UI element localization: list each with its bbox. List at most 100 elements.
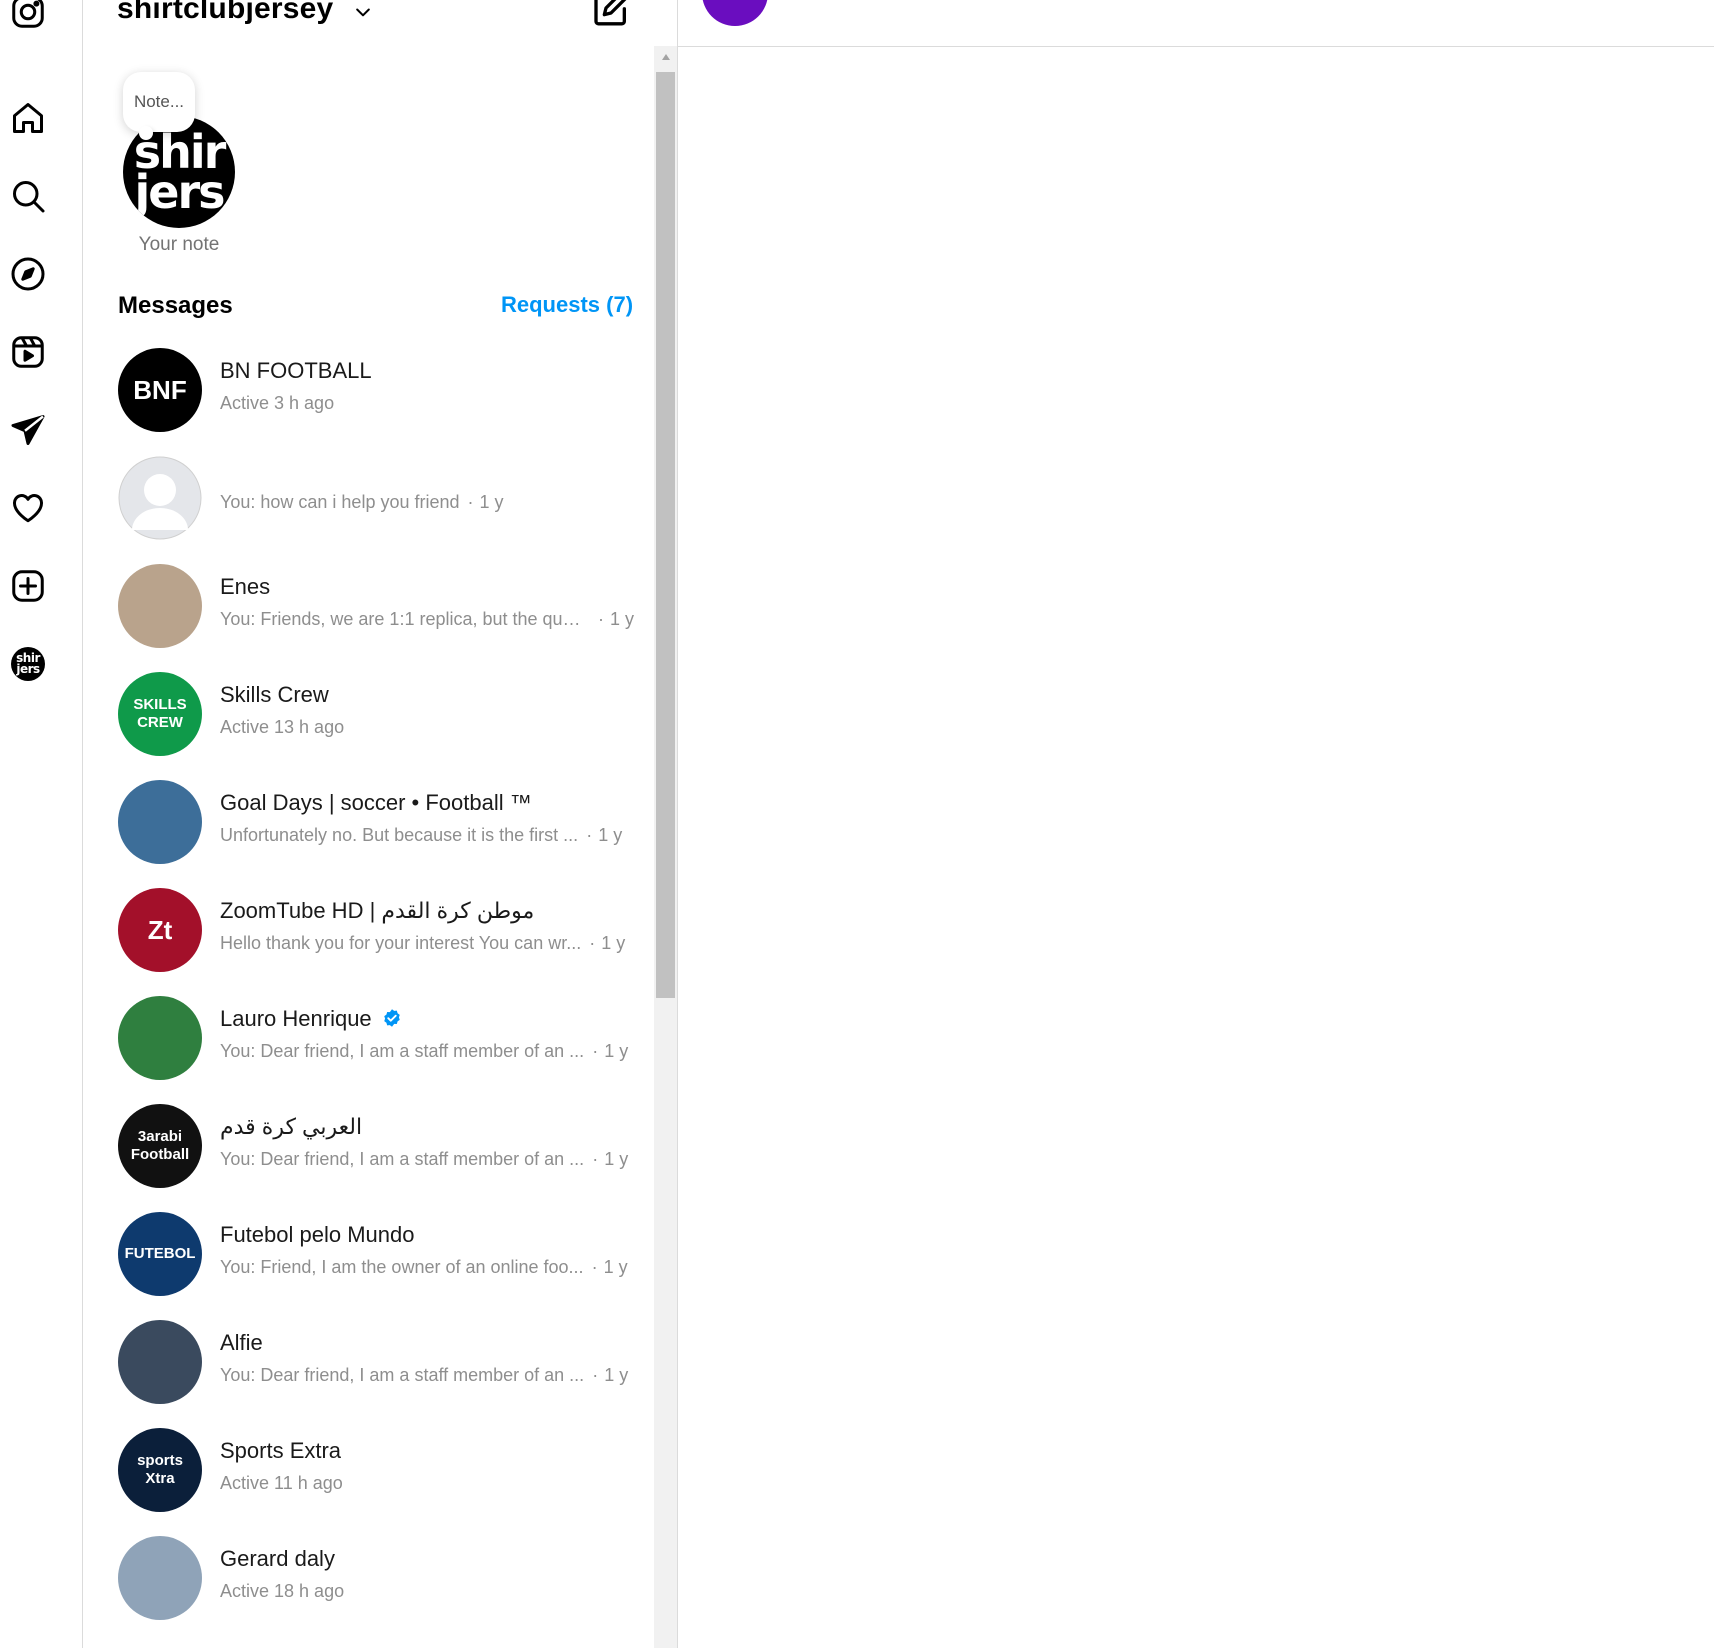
conversation-name-text: Futebol pelo Mundo [220, 1222, 415, 1247]
conversation-name: Sports Extra [220, 1438, 341, 1464]
thread-header [678, 0, 1714, 47]
conversation-preview: You: Dear friend, I am a staff member of… [220, 1149, 585, 1169]
conversation-preview: Active 13 h ago [220, 717, 345, 737]
account-username: shirtclubjersey [117, 0, 334, 25]
conversation-preview: Active 11 h ago [220, 1473, 343, 1493]
conversation-avatar [118, 564, 202, 648]
separator-dot: · [592, 1041, 599, 1061]
conversation-subtitle: You: Friends, we are 1:1 replica, but th… [220, 609, 660, 630]
conversation-subtitle: You: Dear friend, I am a staff member of… [220, 1365, 660, 1386]
home-icon[interactable] [8, 98, 48, 138]
chevron-down-icon [356, 8, 371, 17]
conversation-name: Lauro Henrique [220, 1006, 402, 1032]
conversation-preview: Active 3 h ago [220, 393, 335, 413]
conversation-preview: Hello thank you for your interest You ca… [220, 933, 582, 953]
conversation-time: 1 y [601, 933, 626, 953]
notifications-icon[interactable] [8, 488, 48, 528]
conversation-preview: Unfortunately no. But because it is the … [220, 825, 579, 845]
conversation-subtitle: You: how can i help you friend · 1 y [220, 492, 660, 513]
conversation-row[interactable]: Enes You: Friends, we are 1:1 replica, bu… [83, 560, 653, 668]
conversation-avatar: SKILLS CREW [118, 672, 202, 756]
conversation-row[interactable]: 3arabi Football العربي كرة قدم You: Dear f… [83, 1100, 653, 1208]
scroll-thumb[interactable] [656, 72, 675, 998]
conversation-time: 1 y [604, 1149, 629, 1169]
conversation-row[interactable]: BNF BN FOOTBALL Active 3 h ago [83, 344, 653, 452]
conversation-name-text: Sports Extra [220, 1438, 342, 1463]
conversation-subtitle: Active 13 h ago [220, 717, 660, 738]
instagram-logo-icon[interactable] [8, 0, 48, 32]
reels-icon[interactable] [8, 332, 48, 372]
conversation-avatar-text: BNF [133, 375, 187, 405]
conversation-preview: You: Friend, I am the owner of an online… [220, 1257, 584, 1277]
conversation-row[interactable]: Lauro Henrique You: Dear friend, I am a s… [83, 992, 653, 1100]
conversation-time: 1 y [603, 1257, 628, 1277]
conversation-avatar: BNF [118, 348, 202, 432]
conversation-preview: You: Dear friend, I am a staff member of… [220, 1365, 585, 1385]
separator-dot: · [592, 1365, 599, 1385]
separator-dot: · [589, 933, 596, 953]
conversation-avatar [118, 456, 202, 540]
thread-avatar[interactable] [702, 0, 768, 26]
conversation-name-text: BN FOOTBALL [220, 358, 372, 383]
conversation-avatar: FUTEBOL [118, 1212, 202, 1296]
conversation-avatar-text: Zt [147, 915, 173, 945]
compose-message-icon[interactable] [591, 0, 631, 28]
conversation-name: BN FOOTBALL [220, 358, 372, 384]
separator-dot: · [598, 609, 604, 629]
requests-link[interactable]: Requests (7) [501, 292, 633, 318]
conversation-subtitle: Unfortunately no. But because it is the … [220, 825, 660, 846]
conversation-time: 1 y [479, 492, 504, 512]
separator-dot: · [591, 1257, 598, 1277]
conversation-name-text: Alfie [220, 1330, 263, 1355]
thread-pane [678, 0, 1714, 1648]
note-bubble-text: Note... [133, 92, 185, 111]
inbox-panel: shirtclubjersey Note... shir jers Your n… [83, 0, 678, 1648]
messages-icon[interactable] [8, 410, 48, 450]
conversation-avatar-text: SKILLS CREW [133, 696, 187, 731]
conversation-row[interactable]: Alfie You: Dear friend, I am a staff memb… [83, 1316, 653, 1424]
separator-dot: · [467, 492, 474, 512]
conversation-name-text: Goal Days | soccer • Football ™ [220, 790, 532, 815]
conversation-avatar [118, 996, 202, 1080]
profile-avatar[interactable]: shir jers [8, 644, 48, 684]
scrollbar[interactable] [654, 46, 677, 1648]
conversation-row[interactable]: Gerard daly Active 18 h ago [83, 1532, 653, 1640]
search-icon[interactable] [8, 176, 48, 216]
conversation-row[interactable]: You: how can i help you friend · 1 y [83, 452, 653, 560]
conversation-name-text: Skills Crew [220, 682, 329, 707]
conversation-row[interactable]: SKILLS CREW Skills Crew Active 13 h ago [83, 668, 653, 776]
conversation-avatar-text: FUTEBOL [124, 1245, 196, 1262]
conversation-name: Goal Days | soccer • Football ™ [220, 790, 532, 816]
conversation-time: 1 y [604, 1041, 629, 1061]
conversation-avatar [118, 780, 202, 864]
my-avatar-text-2: jers [134, 165, 225, 219]
nav-rail: shir jers [0, 0, 83, 1648]
note-bubble[interactable]: Note... [123, 72, 195, 140]
create-icon[interactable] [8, 566, 48, 606]
conversation-subtitle: Active 3 h ago [220, 393, 660, 414]
conversation-preview: You: Friends, we are 1:1 replica, but th… [220, 609, 590, 629]
conversation-row[interactable]: Zt ZoomTube HD | موطن كرة القدم Hello than… [83, 884, 653, 992]
conversation-row[interactable]: sports Xtra Sports Extra Active 11 h ago [83, 1424, 653, 1532]
conversation-avatar: Zt [118, 888, 202, 972]
conversation-name-text: Lauro Henrique [220, 1006, 372, 1031]
conversation-subtitle: Active 18 h ago [220, 1581, 660, 1602]
conversation-name: ZoomTube HD | موطن كرة القدم [220, 898, 534, 924]
conversation-name: Skills Crew [220, 682, 329, 708]
conversation-avatar [118, 1536, 202, 1620]
separator-dot: · [592, 1149, 599, 1169]
conversation-time: 1 y [604, 1365, 629, 1385]
scroll-up-arrow[interactable] [654, 46, 677, 68]
conversation-name-text: Enes [220, 574, 271, 599]
conversation-avatar: sports Xtra [118, 1428, 202, 1512]
conversation-avatar-text: 3arabi Football [130, 1128, 190, 1163]
conversation-row[interactable]: Goal Days | soccer • Football ™ Unfortuna… [83, 776, 653, 884]
conversation-name-text: العربي كرة قدم [220, 1114, 363, 1139]
conversation-list: BNF BN FOOTBALL Active 3 h ago You: how can… [83, 344, 653, 1640]
conversation-subtitle: You: Dear friend, I am a staff member of… [220, 1149, 660, 1170]
explore-icon[interactable] [8, 254, 48, 294]
conversation-name: Enes [220, 574, 270, 600]
conversation-name: العربي كرة قدم [220, 1114, 362, 1140]
conversation-row[interactable]: FUTEBOL Futebol pelo Mundo You: Friend, I … [83, 1208, 653, 1316]
account-switcher[interactable]: shirtclubjersey [117, 0, 373, 26]
